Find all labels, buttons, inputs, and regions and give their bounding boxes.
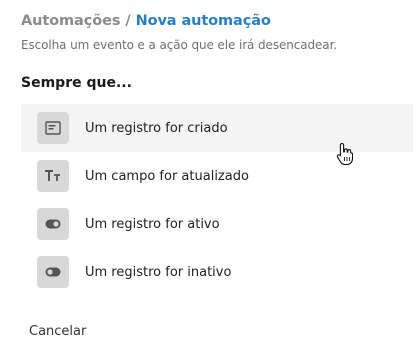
breadcrumb-automations-link[interactable]: Automações [21,13,120,29]
trigger-option-label: Um registro for criado [85,120,228,136]
toggle-off-icon [37,256,69,288]
trigger-option-record-created[interactable]: Um registro for criado [21,104,413,166]
text-type-icon [37,160,69,192]
section-title: Sempre que... [21,75,132,91]
trigger-option-record-inactive[interactable]: Um registro for inativo [21,248,413,296]
trigger-option-field-updated[interactable]: Um campo for atualizado [21,152,413,200]
cancel-button[interactable]: Cancelar [29,324,86,339]
trigger-option-label: Um registro for ativo [85,216,220,232]
breadcrumb-separator: / [125,13,131,29]
form-icon [37,112,69,144]
trigger-option-record-active[interactable]: Um registro for ativo [21,200,413,248]
breadcrumb-current: Nova automação [135,13,271,29]
trigger-option-label: Um registro for inativo [85,264,232,280]
breadcrumb: Automações / Nova automação [21,13,271,29]
toggle-on-icon [37,208,69,240]
trigger-options-list: Um registro for criado Um campo for atua… [21,104,413,296]
page-subtitle: Escolha um evento e a ação que ele irá d… [21,38,338,52]
new-automation-page: Automações / Nova automação Escolha um eve… [0,0,420,360]
trigger-option-label: Um campo for atualizado [85,168,249,184]
